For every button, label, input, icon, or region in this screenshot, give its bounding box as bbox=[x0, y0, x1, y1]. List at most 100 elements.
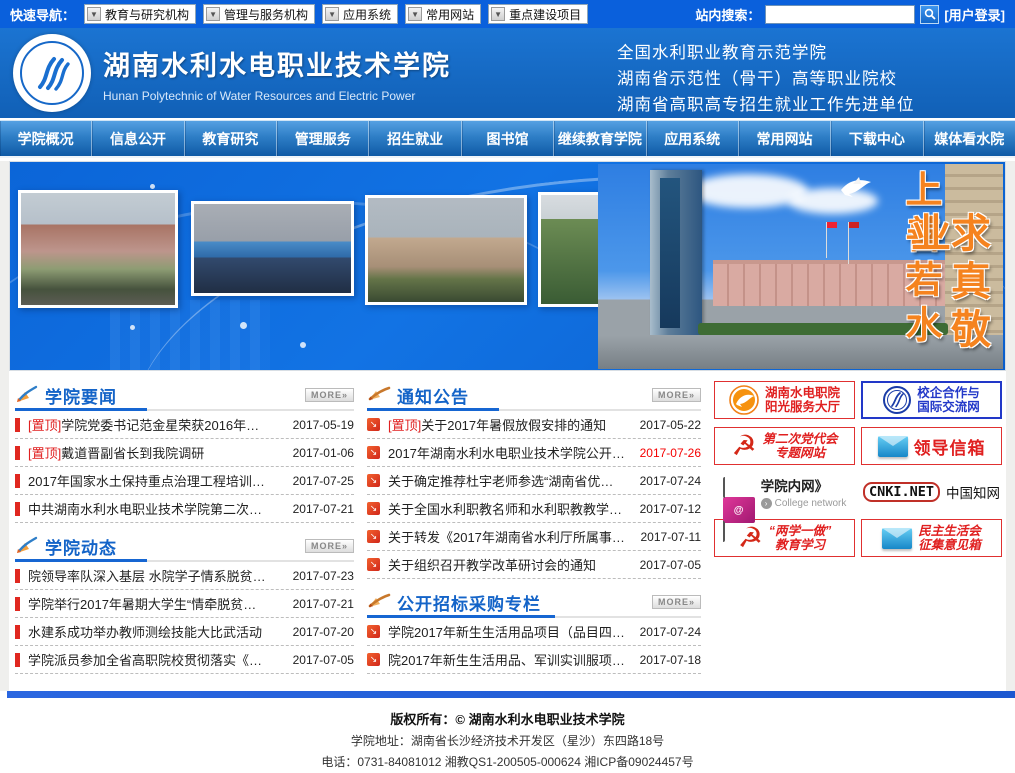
bidding-item-title[interactable]: 院2017年新生生活用品、军训实训服项… bbox=[388, 650, 632, 669]
chevron-down-icon[interactable]: ▼ bbox=[491, 7, 505, 21]
more-button[interactable]: MORE» bbox=[652, 595, 701, 609]
news-item[interactable]: 学院举行2017年暑期大学生“情牵脱贫… 2017-07-21 bbox=[15, 590, 354, 618]
badge-two-studies[interactable]: ☭ “两学一做”教育学习 bbox=[714, 519, 855, 557]
notice-item-title[interactable]: 关于组织召开教学改革研讨会的通知 bbox=[388, 555, 632, 574]
pinned-tag: [置顶] bbox=[388, 415, 421, 434]
notice-item[interactable]: ↘ 关于确定推荐杜宇老师参选“湖南省优… 2017-07-24 bbox=[367, 467, 701, 495]
red-bar-bullet-icon bbox=[15, 418, 20, 432]
banner-photo-campus-view[interactable] bbox=[365, 195, 527, 305]
circle-arrow-icon: › bbox=[761, 498, 772, 509]
dropdown-key-projects[interactable]: ▼ 重点建设项目 bbox=[488, 4, 588, 24]
search-input[interactable] bbox=[765, 5, 915, 24]
quick-nav-label: 快速导航： bbox=[10, 5, 75, 24]
title-underline bbox=[367, 408, 499, 411]
nav-item-downloads[interactable]: 下载中心 bbox=[831, 121, 923, 156]
nav-item-management-service[interactable]: 管理服务 bbox=[277, 121, 369, 156]
banner-photo-campus-building[interactable] bbox=[18, 190, 178, 308]
badge-cooperation-exchange[interactable]: 校企合作与国际交流网 bbox=[861, 381, 1002, 419]
footer: 版权所有：© 湖南水利水电职业技术学院 学院地址：湖南省长沙经济技术开发区（星沙… bbox=[0, 698, 1015, 773]
news-item-title[interactable]: 中共湖南水利水电职业技术学院第二次… bbox=[28, 499, 285, 518]
notice-item[interactable]: ↘ 2017年湖南水利水电职业技术学院公开… 2017-07-26 bbox=[367, 439, 701, 467]
chevron-down-icon[interactable]: ▼ bbox=[408, 7, 422, 21]
honor-line: 湖南省示范性（骨干）高等职业院校 bbox=[617, 66, 915, 92]
news-item-date: 2017-07-21 bbox=[293, 597, 354, 611]
notice-item[interactable]: ↘ 关于转发《2017年湖南省水利厅所属事… 2017-07-11 bbox=[367, 523, 701, 551]
school-logo[interactable] bbox=[13, 34, 91, 112]
news-item[interactable]: 学院派员参加全省高职院校贯彻落实《… 2017-07-05 bbox=[15, 646, 354, 674]
bidding-item-date: 2017-07-24 bbox=[640, 625, 701, 639]
nav-item-common-websites[interactable]: 常用网站 bbox=[739, 121, 831, 156]
notice-item-date: 2017-07-12 bbox=[640, 502, 701, 516]
news-item-date: 2017-07-25 bbox=[293, 474, 354, 488]
arrow-square-bullet-icon: ↘ bbox=[367, 474, 380, 487]
news-item[interactable]: 水建系成功举办教师测绘技能大比武活动 2017-07-20 bbox=[15, 618, 354, 646]
news-item[interactable]: 2017年国家水土保持重点治理工程培训… 2017-07-25 bbox=[15, 467, 354, 495]
news-item-title[interactable]: 戴道晋副省长到我院调研 bbox=[61, 443, 284, 462]
section-title: 公开招标采购专栏 bbox=[397, 590, 541, 615]
calligraphy-motto-2: 求真敬业 bbox=[907, 212, 987, 369]
news-item-title[interactable]: 水建系成功举办教师测绘技能大比武活动 bbox=[28, 622, 285, 641]
dropdown-application-systems[interactable]: ▼ 应用系统 bbox=[322, 4, 398, 24]
nav-item-library[interactable]: 图书馆 bbox=[462, 121, 554, 156]
user-login-link[interactable]: [用户登录] bbox=[944, 5, 1005, 24]
badge-leader-mailbox[interactable]: 领导信箱 bbox=[861, 427, 1002, 465]
nav-item-admissions[interactable]: 招生就业 bbox=[369, 121, 461, 156]
badge-democratic-life-mailbox[interactable]: 民主生活会征集意见箱 bbox=[861, 519, 1002, 557]
pen-nib-icon bbox=[367, 591, 391, 613]
news-item[interactable]: [置顶] 学院党委书记范金星荣获2016年… 2017-05-19 bbox=[15, 411, 354, 439]
dropdown-education-research[interactable]: ▼ 教育与研究机构 bbox=[84, 4, 196, 24]
news-item[interactable]: 中共湖南水利水电职业技术学院第二次… 2017-07-21 bbox=[15, 495, 354, 523]
nav-item-education-research[interactable]: 教育研究 bbox=[185, 121, 277, 156]
badge-party-congress[interactable]: ☭ 第二次党代会专题网站 bbox=[714, 427, 855, 465]
pinned-tag: [置顶] bbox=[28, 443, 61, 462]
dropdown-common-websites[interactable]: ▼ 常用网站 bbox=[405, 4, 481, 24]
more-button[interactable]: MORE» bbox=[652, 388, 701, 402]
badge-sunshine-service-hall[interactable]: 湖南水电职院阳光服务大厅 bbox=[714, 381, 855, 419]
section-bidding: 公开招标采购专栏 MORE» ↘ 学院2017年新生生活用品项目（品目四… 20… bbox=[367, 588, 701, 674]
red-bar-bullet-icon bbox=[15, 569, 20, 583]
honor-list: 全国水利职业教育示范学院 湖南省示范性（骨干）高等职业院校 湖南省高职高专招生就… bbox=[617, 40, 915, 118]
banner-photo-students-event[interactable] bbox=[191, 201, 354, 296]
section-title: 学院要闻 bbox=[45, 383, 117, 408]
notices-list: ↘ [置顶] 关于2017年暑假放假安排的通知 2017-05-22 ↘ 201… bbox=[367, 411, 701, 579]
news-item-date: 2017-05-19 bbox=[293, 418, 354, 432]
notice-item-title[interactable]: 2017年湖南水利水电职业技术学院公开… bbox=[388, 443, 632, 462]
news-item-title[interactable]: 院领导率队深入基层 水院学子情系脱贫… bbox=[28, 566, 285, 585]
search-button[interactable] bbox=[920, 5, 939, 24]
chevron-down-icon[interactable]: ▼ bbox=[325, 7, 339, 21]
nav-item-continuing-education[interactable]: 继续教育学院 bbox=[554, 121, 646, 156]
badge-college-intranet[interactable]: @ 学院内网》 ›College network bbox=[714, 473, 855, 511]
news-item-date: 2017-07-21 bbox=[293, 502, 354, 516]
title-underline bbox=[15, 559, 147, 562]
bidding-item[interactable]: ↘ 院2017年新生生活用品、军训实训服项… 2017-07-18 bbox=[367, 646, 701, 674]
notice-item[interactable]: ↘ [置顶] 关于2017年暑假放假安排的通知 2017-05-22 bbox=[367, 411, 701, 439]
news-item[interactable]: 院领导率队深入基层 水院学子情系脱贫… 2017-07-23 bbox=[15, 562, 354, 590]
notice-item[interactable]: ↘ 关于全国水利职教名师和水利职教教学… 2017-07-12 bbox=[367, 495, 701, 523]
logo-waves-icon bbox=[20, 41, 84, 105]
notice-item-title[interactable]: 关于全国水利职教名师和水利职教教学… bbox=[388, 499, 632, 518]
nav-item-overview[interactable]: 学院概况 bbox=[0, 121, 92, 156]
news-item-title[interactable]: 学院派员参加全省高职院校贯彻落实《… bbox=[28, 650, 285, 669]
chevron-down-icon[interactable]: ▼ bbox=[206, 7, 220, 21]
dropdown-management-service[interactable]: ▼ 管理与服务机构 bbox=[203, 4, 315, 24]
bidding-item[interactable]: ↘ 学院2017年新生生活用品项目（品目四… 2017-07-24 bbox=[367, 618, 701, 646]
banner-photo-campus-gate[interactable]: 上善若水 求真敬业 bbox=[598, 164, 1003, 369]
notice-item-title[interactable]: 关于确定推荐杜宇老师参选“湖南省优… bbox=[388, 471, 632, 490]
nav-item-app-systems[interactable]: 应用系统 bbox=[647, 121, 739, 156]
bidding-item-title[interactable]: 学院2017年新生生活用品项目（品目四… bbox=[388, 622, 632, 641]
chevron-down-icon[interactable]: ▼ bbox=[87, 7, 101, 21]
badge-cnki[interactable]: CNKI.NET 中国知网 bbox=[861, 473, 1002, 511]
nav-item-media[interactable]: 媒体看水院 bbox=[924, 121, 1015, 156]
more-button[interactable]: MORE» bbox=[305, 388, 354, 402]
content-area: 学院要闻 MORE» [置顶] 学院党委书记范金星荣获2016年… 2017-0… bbox=[9, 371, 1006, 691]
writing-pen-icon bbox=[15, 535, 39, 557]
more-button[interactable]: MORE» bbox=[305, 539, 354, 553]
nav-item-info-disclosure[interactable]: 信息公开 bbox=[92, 121, 184, 156]
notice-item[interactable]: ↘ 关于组织召开教学改革研讨会的通知 2017-07-05 bbox=[367, 551, 701, 579]
news-item-title[interactable]: 学院党委书记范金星荣获2016年… bbox=[61, 415, 284, 434]
news-item-title[interactable]: 学院举行2017年暑期大学生“情牵脱贫… bbox=[28, 594, 285, 613]
notice-item-title[interactable]: 关于转发《2017年湖南省水利厅所属事… bbox=[388, 527, 633, 546]
notice-item-title[interactable]: 关于2017年暑假放假安排的通知 bbox=[421, 415, 631, 434]
news-item-title[interactable]: 2017年国家水土保持重点治理工程培训… bbox=[28, 471, 285, 490]
news-item[interactable]: [置顶] 戴道晋副省长到我院调研 2017-01-06 bbox=[15, 439, 354, 467]
